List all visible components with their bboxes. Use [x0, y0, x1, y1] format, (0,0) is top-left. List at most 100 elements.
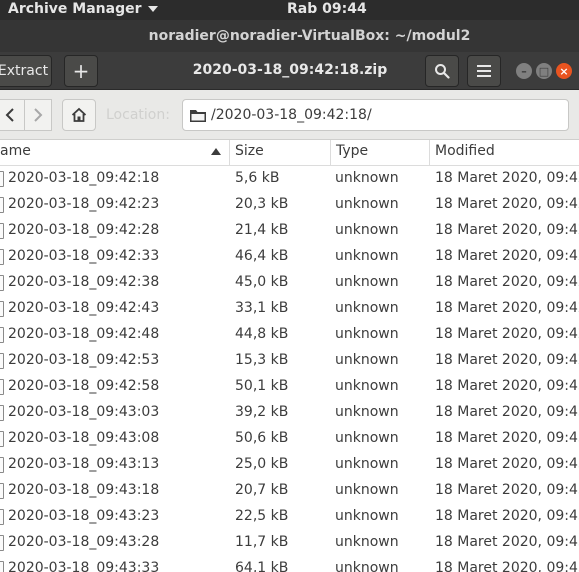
extract-button[interactable]: Extract: [0, 55, 52, 87]
file-size: 22,5 kB: [235, 508, 289, 524]
folder-icon: [190, 110, 206, 122]
location-label: Location:: [106, 107, 170, 123]
maximize-button[interactable]: □: [536, 63, 552, 79]
file-type: unknown: [335, 404, 399, 420]
file-type: unknown: [335, 560, 399, 572]
file-name: 2020-03-18_09:43:03: [8, 404, 160, 420]
file-type: unknown: [335, 274, 399, 290]
window-title: noradier@noradier-VirtualBox: ~/modul2: [148, 28, 471, 44]
back-button[interactable]: [0, 99, 26, 131]
file-type: unknown: [335, 196, 399, 212]
column-header-modified[interactable]: Modified: [430, 140, 579, 166]
column-header-row: ame Size Type Modified: [0, 140, 579, 166]
close-button[interactable]: ×: [556, 63, 572, 79]
file-type: unknown: [335, 508, 399, 524]
minimize-button[interactable]: –: [516, 63, 532, 79]
file-modified: 18 Maret 2020, 09:43: [435, 378, 579, 394]
file-modified: 18 Maret 2020, 09:42: [435, 170, 579, 186]
file-type: unknown: [335, 222, 399, 238]
sort-ascending-icon: [211, 148, 221, 155]
file-icon: [0, 223, 4, 239]
app-menu[interactable]: Archive Manager: [8, 1, 158, 17]
table-row[interactable]: 2020-03-18_09:42:38 45,0 kB unknown 18 Mare…: [0, 270, 579, 296]
column-header-name[interactable]: ame: [0, 140, 230, 166]
file-icon: [0, 379, 4, 395]
file-modified: 18 Maret 2020, 09:43: [435, 482, 579, 498]
table-row[interactable]: 2020-03-18_09:43:08 50,6 kB unknown 18 Mare…: [0, 426, 579, 452]
file-name: 2020-03-18_09:43:18: [8, 482, 160, 498]
file-modified: 18 Maret 2020, 09:42: [435, 222, 579, 238]
column-header-type[interactable]: Type: [331, 140, 430, 166]
file-type: unknown: [335, 300, 399, 316]
file-name: 2020-03-18_09:42:58: [8, 378, 160, 394]
table-row[interactable]: 2020-03-18_09:42:58 50,1 kB unknown 18 Mare…: [0, 374, 579, 400]
file-modified: 18 Maret 2020, 09:43: [435, 430, 579, 446]
search-button[interactable]: [425, 55, 459, 87]
top-panel: Archive Manager Rab 09:44: [0, 0, 579, 20]
file-icon: [0, 249, 4, 265]
file-modified: 18 Maret 2020, 09:43: [435, 456, 579, 472]
file-icon: [0, 431, 4, 447]
file-name: 2020-03-18_09:43:08: [8, 430, 160, 446]
table-row[interactable]: 2020-03-18_09:42:33 46,4 kB unknown 18 Mare…: [0, 244, 579, 270]
clock[interactable]: Rab 09:44: [287, 1, 367, 17]
file-name: 2020-03-18_09:43:33: [8, 560, 160, 572]
file-name: 2020-03-18_09:42:28: [8, 222, 160, 238]
chevron-right-icon: [34, 108, 43, 122]
file-type: unknown: [335, 482, 399, 498]
close-icon: ×: [559, 64, 569, 78]
file-size: 46,4 kB: [235, 248, 289, 264]
search-icon: [435, 64, 450, 79]
file-name: 2020-03-18_09:42:23: [8, 196, 160, 212]
archive-title: 2020-03-18_09:42:18.zip: [192, 62, 388, 78]
file-name: 2020-03-18_09:42:43: [8, 300, 160, 316]
file-name: 2020-03-18_09:43:23: [8, 508, 160, 524]
file-type: unknown: [335, 378, 399, 394]
file-size: 20,3 kB: [235, 196, 289, 212]
table-row[interactable]: 2020-03-18_09:43:23 22,5 kB unknown 18 Mare…: [0, 504, 579, 530]
file-type: unknown: [335, 456, 399, 472]
file-size: 39,2 kB: [235, 404, 289, 420]
table-row[interactable]: 2020-03-18_09:43:18 20,7 kB unknown 18 Mare…: [0, 478, 579, 504]
add-files-button[interactable]: +: [64, 55, 98, 87]
table-row[interactable]: 2020-03-18_09:42:53 15,3 kB unknown 18 Mare…: [0, 348, 579, 374]
forward-button[interactable]: [24, 99, 52, 131]
column-header-name-label: ame: [0, 143, 31, 159]
file-type: unknown: [335, 248, 399, 264]
file-size: 15,3 kB: [235, 352, 289, 368]
table-row[interactable]: 2020-03-18_09:42:48 44,8 kB unknown 18 Mare…: [0, 322, 579, 348]
file-modified: 18 Maret 2020, 09:42: [435, 274, 579, 290]
file-name: 2020-03-18_09:42:18: [8, 170, 160, 186]
column-header-size[interactable]: Size: [230, 140, 331, 166]
table-row[interactable]: 2020-03-18_09:42:18 5,6 kB unknown 18 Maret…: [0, 166, 579, 192]
file-size: 33,1 kB: [235, 300, 289, 316]
hamburger-menu-icon: [477, 65, 491, 77]
table-row[interactable]: 2020-03-18_09:42:28 21,4 kB unknown 18 Mare…: [0, 218, 579, 244]
file-icon: [0, 197, 4, 213]
table-row[interactable]: 2020-03-18_09:42:43 33,1 kB unknown 18 Mare…: [0, 296, 579, 322]
table-row[interactable]: 2020-03-18_09:42:23 20,3 kB unknown 18 Mare…: [0, 192, 579, 218]
header-bar: Extract + 2020-03-18_09:42:18.zip – □ ×: [0, 52, 579, 90]
table-row[interactable]: 2020-03-18_09:43:13 25,0 kB unknown 18 Mare…: [0, 452, 579, 478]
window-title-bar[interactable]: noradier@noradier-VirtualBox: ~/modul2: [0, 20, 579, 52]
home-icon: [71, 107, 87, 122]
file-modified: 18 Maret 2020, 09:43: [435, 560, 579, 572]
file-type: unknown: [335, 326, 399, 342]
file-name: 2020-03-18_09:42:48: [8, 326, 160, 342]
file-list: 2020-03-18_09:42:18 5,6 kB unknown 18 Maret…: [0, 166, 579, 572]
file-icon: [0, 483, 4, 499]
table-row[interactable]: 2020-03-18_09:43:03 39,2 kB unknown 18 Mare…: [0, 400, 579, 426]
file-size: 21,4 kB: [235, 222, 289, 238]
file-icon: [0, 353, 4, 369]
file-modified: 18 Maret 2020, 09:43: [435, 508, 579, 524]
file-name: 2020-03-18_09:42:33: [8, 248, 160, 264]
file-size: 5,6 kB: [235, 170, 280, 186]
file-type: unknown: [335, 534, 399, 550]
file-modified: 18 Maret 2020, 09:42: [435, 326, 579, 342]
menu-button[interactable]: [467, 55, 501, 87]
home-button[interactable]: [62, 99, 96, 131]
table-row[interactable]: 2020-03-18_09:43:33 64,1 kB unknown 18 Mare…: [0, 556, 579, 572]
file-name: 2020-03-18_09:42:38: [8, 274, 160, 290]
table-row[interactable]: 2020-03-18_09:43:28 11,7 kB unknown 18 Mare…: [0, 530, 579, 556]
location-field[interactable]: /2020-03-18_09:42:18/: [182, 99, 569, 131]
